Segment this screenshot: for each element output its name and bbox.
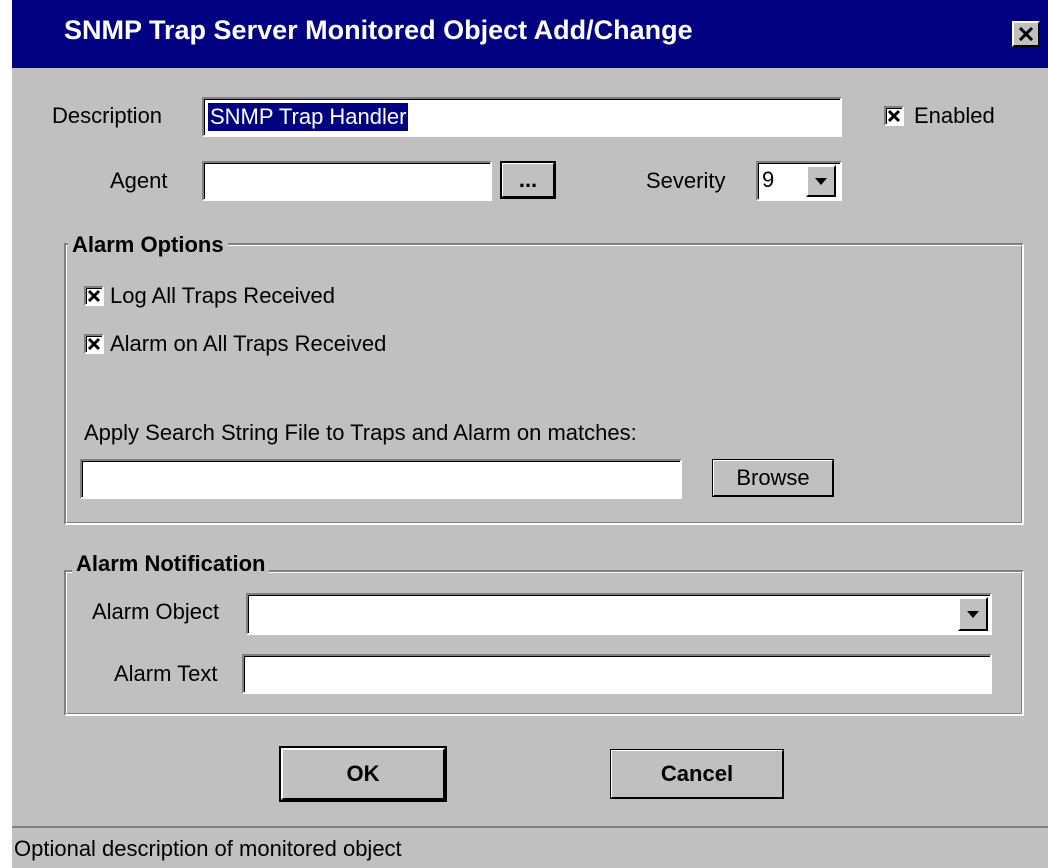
dialog-window: SNMP Trap Server Monitored Object Add/Ch… [10,0,1048,868]
alarm-object-label: Alarm Object [92,599,220,624]
chevron-down-icon [815,178,827,185]
title-bar[interactable]: SNMP Trap Server Monitored Object Add/Ch… [12,0,1048,68]
enabled-checkbox[interactable] [884,106,904,126]
close-icon [1018,27,1034,41]
enabled-label: Enabled [914,103,995,128]
close-button[interactable] [1012,21,1040,47]
severity-label: Severity [646,168,726,193]
alarm-notification-title: Alarm Notification [72,551,270,577]
cancel-button[interactable]: Cancel [610,749,784,799]
search-string-field[interactable] [80,459,682,499]
severity-select[interactable]: 9 [756,161,842,201]
alarm-notification-group [64,570,1024,716]
description-label: Description [52,103,163,128]
check-x-icon [87,289,101,303]
status-bar: Optional description of monitored object [12,826,1048,868]
agent-field[interactable] [202,161,492,201]
window-title: SNMP Trap Server Monitored Object Add/Ch… [64,15,693,45]
alarm-all-traps-checkbox[interactable] [84,334,104,354]
log-all-traps-label: Log All Traps Received [110,283,336,308]
log-all-traps-checkbox[interactable] [84,286,104,306]
alarm-object-dropdown-button[interactable] [958,597,988,631]
description-field[interactable]: SNMP Trap Handler [202,97,842,137]
severity-dropdown-button[interactable] [806,165,836,197]
check-x-icon [87,337,101,351]
severity-value: 9 [762,167,775,192]
alarm-all-traps-label: Alarm on All Traps Received [110,331,387,356]
search-string-label: Apply Search String File to Traps and Al… [84,420,637,445]
browse-button[interactable]: Browse [712,459,834,497]
alarm-options-title: Alarm Options [68,232,228,258]
status-text: Optional description of monitored object [14,836,402,861]
alarm-object-select[interactable] [246,593,992,635]
agent-label: Agent [110,168,168,193]
alarm-text-label: Alarm Text [114,661,218,686]
alarm-text-field[interactable] [242,654,992,694]
description-value: SNMP Trap Handler [208,103,409,131]
ok-button[interactable]: OK [279,746,447,802]
chevron-down-icon [967,611,979,618]
agent-browse-button[interactable]: ... [500,161,556,199]
check-x-icon [887,109,901,123]
